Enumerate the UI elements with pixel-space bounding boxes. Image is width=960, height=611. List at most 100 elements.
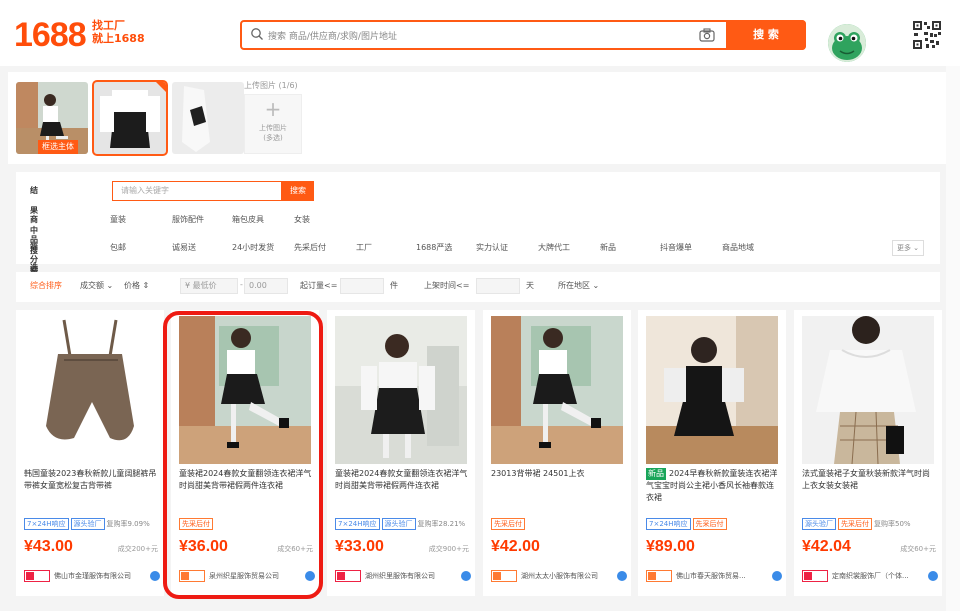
shop-row[interactable]: 湖州织里服饰有限公司	[335, 568, 471, 584]
sort-bar: 综合排序 成交额 ⌄ 价格 ⇕ ¥ 最低价 - 0.00 起订量<= 件 上架时…	[16, 272, 940, 302]
new-badge: 新品	[646, 468, 666, 480]
product-price: ¥43.00	[24, 538, 73, 555]
sort-default[interactable]: 综合排序	[30, 280, 62, 291]
scrollbar[interactable]	[946, 66, 960, 611]
product-title[interactable]: 童装裙2024春款女童翻领连衣裙洋气时尚甜美背带裙假两件连衣裙	[335, 468, 469, 504]
avatar[interactable]	[828, 24, 866, 62]
search-box[interactable]: 搜索 商品/供应商/求购/图片地址 搜 索	[240, 20, 806, 50]
uploaded-image-2[interactable]	[92, 80, 168, 156]
filter-option[interactable]: 抖音爆单	[660, 238, 692, 258]
category-option[interactable]: 服饰配件	[172, 210, 204, 230]
product-tags: 源头验厂 先采后付 复购率50%	[802, 518, 938, 532]
category-option[interactable]: 箱包皮具	[232, 210, 264, 230]
product-image[interactable]	[335, 316, 467, 464]
verified-icon	[772, 571, 782, 581]
search-button[interactable]: 搜 索	[726, 20, 806, 50]
service-tag: 7×24H响应	[24, 518, 69, 530]
upload-title: 上传图片 (1/6)	[244, 81, 298, 90]
more-filters-button[interactable]: 更多 ⌄	[892, 240, 924, 256]
moq-input[interactable]	[340, 278, 384, 294]
verified-icon	[461, 571, 471, 581]
uploaded-image-1[interactable]: 框选主体	[16, 82, 88, 154]
price-min-input[interactable]: ¥ 最低价	[180, 278, 238, 294]
shop-row[interactable]: 佛山市春天服饰贸易...	[646, 568, 782, 584]
product-card[interactable]: 童装裙2024春款女童翻领连衣裙洋气时尚甜美背带裙假两件连衣裙 7×24H响应源…	[327, 310, 475, 596]
qr-code-icon[interactable]	[912, 20, 942, 50]
product-card[interactable]: 新品 2024早春秋新款童装连衣裙洋气宝宝时尚公主裙小香风长袖春款连衣裙 7×24…	[638, 310, 786, 596]
product-title[interactable]: 23013背带裙 24501上衣	[491, 468, 625, 504]
slogan: 找工厂 就上1688	[92, 19, 145, 45]
product-card[interactable]: 法式童装裙子女童秋装新款洋气时尚上衣女装女装裙 源头验厂 先采后付 复购率50% ¥…	[794, 310, 942, 596]
shop-name[interactable]: 湖州太太小服饰有限公司	[521, 571, 613, 581]
product-image[interactable]	[491, 316, 623, 464]
shop-row[interactable]: 定南织裳服饰厂（个体...	[802, 568, 938, 584]
service-tag: 7×24H响应	[646, 518, 691, 530]
filter-option[interactable]: 24小时发货	[232, 238, 274, 258]
service-tag: 源头验厂	[381, 518, 416, 530]
product-title[interactable]: 新品 2024早春秋新款童装连衣裙洋气宝宝时尚公主裙小香风长袖春款连衣裙	[646, 468, 780, 504]
shop-badge-icon	[802, 570, 828, 582]
service-tag: 7×24H响应	[335, 518, 380, 530]
product-image[interactable]	[802, 316, 934, 464]
logo[interactable]: 1688	[14, 16, 87, 55]
product-tags: 先采后付	[491, 518, 627, 532]
filter-option[interactable]: 包邮	[110, 238, 126, 258]
verified-icon	[150, 571, 160, 581]
sort-sales[interactable]: 成交额 ⌄	[80, 280, 113, 291]
service-tag: 先采后付	[692, 518, 727, 530]
uploaded-image-3[interactable]	[172, 82, 244, 154]
keyword-input[interactable]: 请输入关键字	[112, 181, 282, 201]
filter-option[interactable]: 商品地域	[722, 238, 754, 258]
shop-name[interactable]: 佛山市春天服饰贸易...	[676, 571, 768, 581]
product-tags: 7×24H响应 源头验厂 复购率28.21%	[335, 518, 471, 532]
region-select[interactable]: 所在地区 ⌄	[558, 280, 599, 291]
repurchase-rate: 复购率28.21%	[417, 520, 466, 528]
service-tag: 先采后付	[491, 518, 525, 530]
product-image[interactable]	[24, 316, 156, 464]
sold-amount: 成交900+元	[428, 545, 469, 553]
product-tags: 7×24H响应 源头验厂 复购率9.09%	[24, 518, 160, 532]
verified-icon	[928, 571, 938, 581]
sold-amount: 成交60+元	[900, 545, 936, 553]
service-tag: 源头验厂	[802, 518, 836, 530]
listed-label: 上架时间<=	[424, 281, 470, 290]
shop-row[interactable]: 湖州太太小服饰有限公司	[491, 568, 627, 584]
shop-name[interactable]: 定南织裳服饰厂（个体...	[832, 571, 924, 581]
filter-option[interactable]: 先采后付	[294, 238, 326, 258]
product-card[interactable]: 韩国童装2023春秋新款儿童阔腿裤吊带裤女童宽松复古背带裤 7×24H响应 源头验…	[16, 310, 164, 596]
product-grid: 韩国童装2023春秋新款儿童阔腿裤吊带裤女童宽松复古背带裤 7×24H响应 源头验…	[16, 310, 942, 602]
filter-option[interactable]: 工厂	[356, 238, 372, 258]
shop-name[interactable]: 湖州织里服饰有限公司	[365, 571, 457, 581]
search-input[interactable]: 搜索 商品/供应商/求购/图片地址	[268, 29, 397, 42]
filter-option[interactable]: 1688严选	[416, 238, 452, 258]
product-title[interactable]: 法式童装裙子女童秋装新款洋气时尚上衣女装女装裙	[802, 468, 936, 504]
verified-icon	[617, 571, 627, 581]
shop-badge-icon	[646, 570, 672, 582]
camera-icon[interactable]	[698, 26, 716, 44]
moq-label: 起订量<=	[300, 281, 338, 290]
filter-option[interactable]: 诚易送	[172, 238, 196, 258]
repurchase-rate: 复购率9.09%	[106, 520, 150, 528]
sold-amount: 成交200+元	[117, 545, 158, 553]
filter-option[interactable]: 实力认证	[476, 238, 508, 258]
repurchase-rate: 复购率50%	[874, 520, 911, 528]
shop-name[interactable]: 佛山市金瑾服饰有限公司	[54, 571, 146, 581]
keyword-search-button[interactable]: 搜索	[282, 181, 314, 201]
highlight-circle	[163, 311, 323, 599]
sort-price[interactable]: 价格 ⇕	[124, 280, 149, 291]
product-title[interactable]: 韩国童装2023春秋新款儿童阔腿裤吊带裤女童宽松复古背带裤	[24, 468, 158, 504]
image-search-panel: 框选主体 上传图片 (1/6) + 上传图片 (多选)	[8, 72, 948, 164]
category-option[interactable]: 童装	[110, 210, 126, 230]
moq-unit: 件	[390, 281, 398, 290]
listed-input[interactable]	[476, 278, 520, 294]
select-subject-tag[interactable]: 框选主体	[38, 140, 78, 154]
listed-unit: 天	[526, 281, 534, 290]
product-card[interactable]: 23013背带裙 24501上衣 先采后付 ¥42.00 湖州太太小服饰有限公司	[483, 310, 631, 596]
upload-image-button[interactable]: + 上传图片 (多选)	[244, 94, 302, 154]
filter-option[interactable]: 大牌代工	[538, 238, 570, 258]
filter-option[interactable]: 新品	[600, 238, 616, 258]
price-max-input[interactable]: 0.00	[244, 278, 288, 294]
product-image[interactable]	[646, 316, 778, 464]
category-option[interactable]: 女装	[294, 210, 310, 230]
shop-row[interactable]: 佛山市金瑾服饰有限公司	[24, 568, 160, 584]
